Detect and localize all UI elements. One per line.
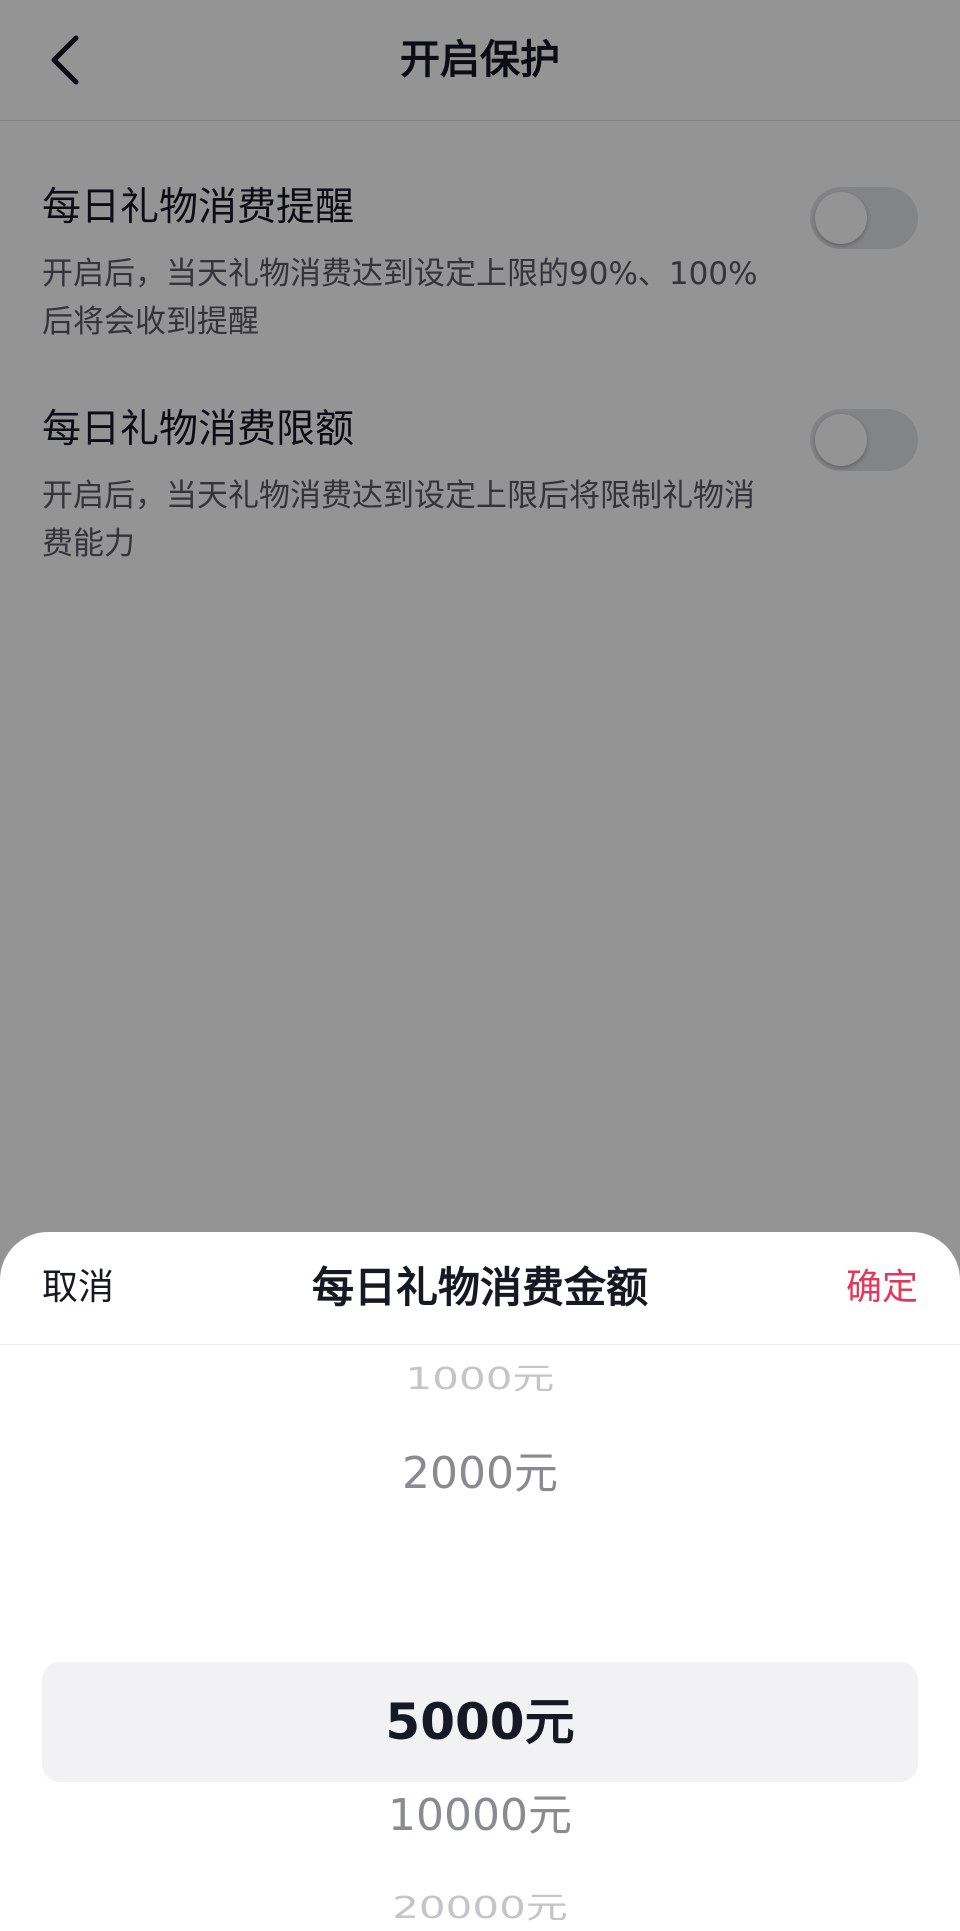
picker-option-selected[interactable]: 5000元 bbox=[0, 1692, 960, 1752]
picker-option[interactable]: 20000元 bbox=[0, 1886, 960, 1929]
picker-option[interactable]: 1000元 bbox=[0, 1357, 960, 1400]
picker-option[interactable]: 2000元 bbox=[0, 1444, 960, 1504]
amount-picker-sheet: 取消 每日礼物消费金额 确定 1000元 2000元 5000元 10000元 … bbox=[0, 1232, 960, 1931]
cancel-button[interactable]: 取消 bbox=[42, 1262, 114, 1314]
sheet-header: 取消 每日礼物消费金额 确定 bbox=[0, 1232, 960, 1345]
sheet-title: 每日礼物消费金额 bbox=[311, 1263, 648, 1312]
picker-option[interactable]: 10000元 bbox=[0, 1786, 960, 1846]
confirm-button[interactable]: 确定 bbox=[846, 1262, 918, 1314]
amount-picker-wheel[interactable]: 1000元 2000元 5000元 10000元 20000元 bbox=[0, 1344, 960, 1931]
